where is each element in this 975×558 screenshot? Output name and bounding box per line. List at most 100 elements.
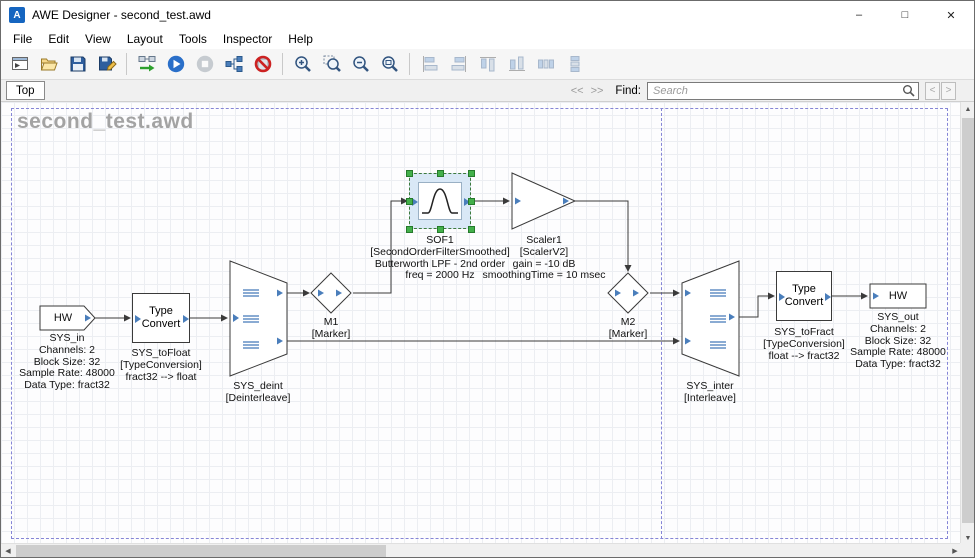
menu-view[interactable]: View	[77, 30, 119, 48]
block-sys-deint[interactable]	[229, 260, 288, 377]
menu-layout[interactable]: Layout	[119, 30, 171, 48]
find-next-button[interactable]: >	[941, 82, 956, 100]
selection-handle[interactable]	[437, 226, 444, 233]
selection-handle[interactable]	[406, 198, 413, 205]
selection-handle[interactable]	[437, 170, 444, 177]
selection-handle[interactable]	[406, 170, 413, 177]
vertical-scroll-thumb[interactable]	[962, 118, 974, 523]
menu-edit[interactable]: Edit	[40, 30, 77, 48]
distribute-vertical-button[interactable]	[561, 51, 588, 77]
selection-handle[interactable]	[468, 170, 475, 177]
filter-curve-icon	[418, 182, 462, 220]
toolbar	[1, 49, 974, 80]
stop-button[interactable]	[191, 51, 218, 77]
awe-designer-window: A AWE Designer - second_test.awd – □ ✕ F…	[0, 0, 975, 558]
profile-icon	[224, 54, 244, 74]
align-right-icon	[449, 54, 469, 74]
block-m1[interactable]	[309, 271, 353, 315]
propagate-changes-icon	[137, 54, 157, 74]
save-as-icon	[97, 54, 117, 74]
zoom-fit-button[interactable]	[376, 51, 403, 77]
align-right-button[interactable]	[445, 51, 472, 77]
new-design-button[interactable]	[6, 51, 33, 77]
align-bottom-button[interactable]	[503, 51, 530, 77]
marker-shape	[608, 273, 648, 313]
selection-handle[interactable]	[468, 198, 475, 205]
toolbar-separator	[282, 53, 283, 75]
find-label: Find:	[615, 85, 641, 97]
zoom-out-button[interactable]	[347, 51, 374, 77]
vertical-scrollbar[interactable]: ▲ ▼	[960, 102, 974, 545]
distribute-horizontal-button[interactable]	[532, 51, 559, 77]
save-as-button[interactable]	[93, 51, 120, 77]
find-prev-button[interactable]: <	[925, 82, 940, 100]
block-sys-in[interactable]: HW	[39, 305, 97, 331]
run-icon	[166, 54, 186, 74]
horizontal-scrollbar[interactable]: ◀ ▶	[1, 543, 962, 557]
scaler1-caption: Scaler1[ScalerV2] gain = -10 dBsmoothing…	[469, 235, 619, 282]
profile-button[interactable]	[220, 51, 247, 77]
search-box	[647, 82, 919, 100]
zoom-in-button[interactable]	[289, 51, 316, 77]
input-pin[interactable]	[779, 293, 785, 301]
selection-handle[interactable]	[468, 226, 475, 233]
align-top-icon	[478, 54, 498, 74]
design-canvas[interactable]: second_test.awd	[1, 102, 962, 545]
align-top-button[interactable]	[474, 51, 501, 77]
align-bottom-icon	[507, 54, 527, 74]
minimize-icon: –	[856, 9, 862, 21]
block-sys-tofract[interactable]: Type Convert	[776, 271, 832, 321]
block-label: Convert	[785, 296, 824, 309]
propagate-changes-button[interactable]	[133, 51, 160, 77]
sys-tofloat-caption: SYS_toFloat[TypeConversion] fract32 --> …	[104, 348, 218, 383]
output-pin[interactable]	[825, 293, 831, 301]
menu-tools[interactable]: Tools	[171, 30, 215, 48]
output-pin[interactable]	[183, 315, 189, 323]
stop-icon	[195, 54, 215, 74]
block-sof1[interactable]	[409, 173, 471, 229]
minimize-button[interactable]: –	[836, 1, 882, 29]
sys-inter-caption: SYS_inter[Interleave]	[652, 381, 768, 405]
maximize-button[interactable]: □	[882, 1, 928, 29]
run-button[interactable]	[162, 51, 189, 77]
align-left-button[interactable]	[416, 51, 443, 77]
block-sys-out[interactable]: HW	[869, 283, 927, 309]
block-scaler1[interactable]	[511, 172, 577, 230]
scrollbar-corner	[960, 543, 974, 557]
open-icon	[39, 54, 59, 74]
menu-help[interactable]: Help	[280, 30, 321, 48]
halt-target-button[interactable]	[249, 51, 276, 77]
halt-target-icon	[253, 54, 273, 74]
search-input[interactable]	[647, 82, 919, 100]
distribute-horizontal-icon	[536, 54, 556, 74]
open-button[interactable]	[35, 51, 62, 77]
marker-shape	[311, 273, 351, 313]
block-label: HW	[34, 312, 92, 324]
zoom-selection-button[interactable]	[318, 51, 345, 77]
window-title: AWE Designer - second_test.awd	[32, 8, 211, 22]
menu-file[interactable]: File	[5, 30, 40, 48]
titlebar: A AWE Designer - second_test.awd – □ ✕	[1, 1, 974, 29]
menubar: File Edit View Layout Tools Inspector He…	[1, 29, 974, 49]
block-m2[interactable]	[606, 271, 650, 315]
new-design-icon	[10, 54, 30, 74]
menu-inspector[interactable]: Inspector	[215, 30, 280, 48]
search-icon[interactable]	[902, 84, 915, 97]
scroll-left-icon[interactable]: ◀	[1, 544, 15, 558]
scroll-up-icon[interactable]: ▲	[961, 102, 975, 116]
save-button[interactable]	[64, 51, 91, 77]
horizontal-scroll-thumb[interactable]	[16, 545, 386, 557]
block-sys-tofloat[interactable]: Type Convert	[132, 293, 190, 343]
tab-top[interactable]: Top	[6, 81, 45, 100]
maximize-icon: □	[902, 9, 909, 21]
selection-handle[interactable]	[406, 226, 413, 233]
hierarchy-nav: << >>	[569, 85, 606, 97]
nav-back-button[interactable]: <<	[569, 85, 586, 97]
toolbar-separator	[126, 53, 127, 75]
input-pin[interactable]	[135, 315, 141, 323]
tabrow: Top << >> Find: < >	[1, 80, 974, 102]
block-sys-inter[interactable]	[681, 260, 740, 377]
close-button[interactable]: ✕	[928, 1, 974, 29]
nav-forward-button[interactable]: >>	[589, 85, 606, 97]
m2-caption: M2[Marker]	[583, 317, 673, 341]
